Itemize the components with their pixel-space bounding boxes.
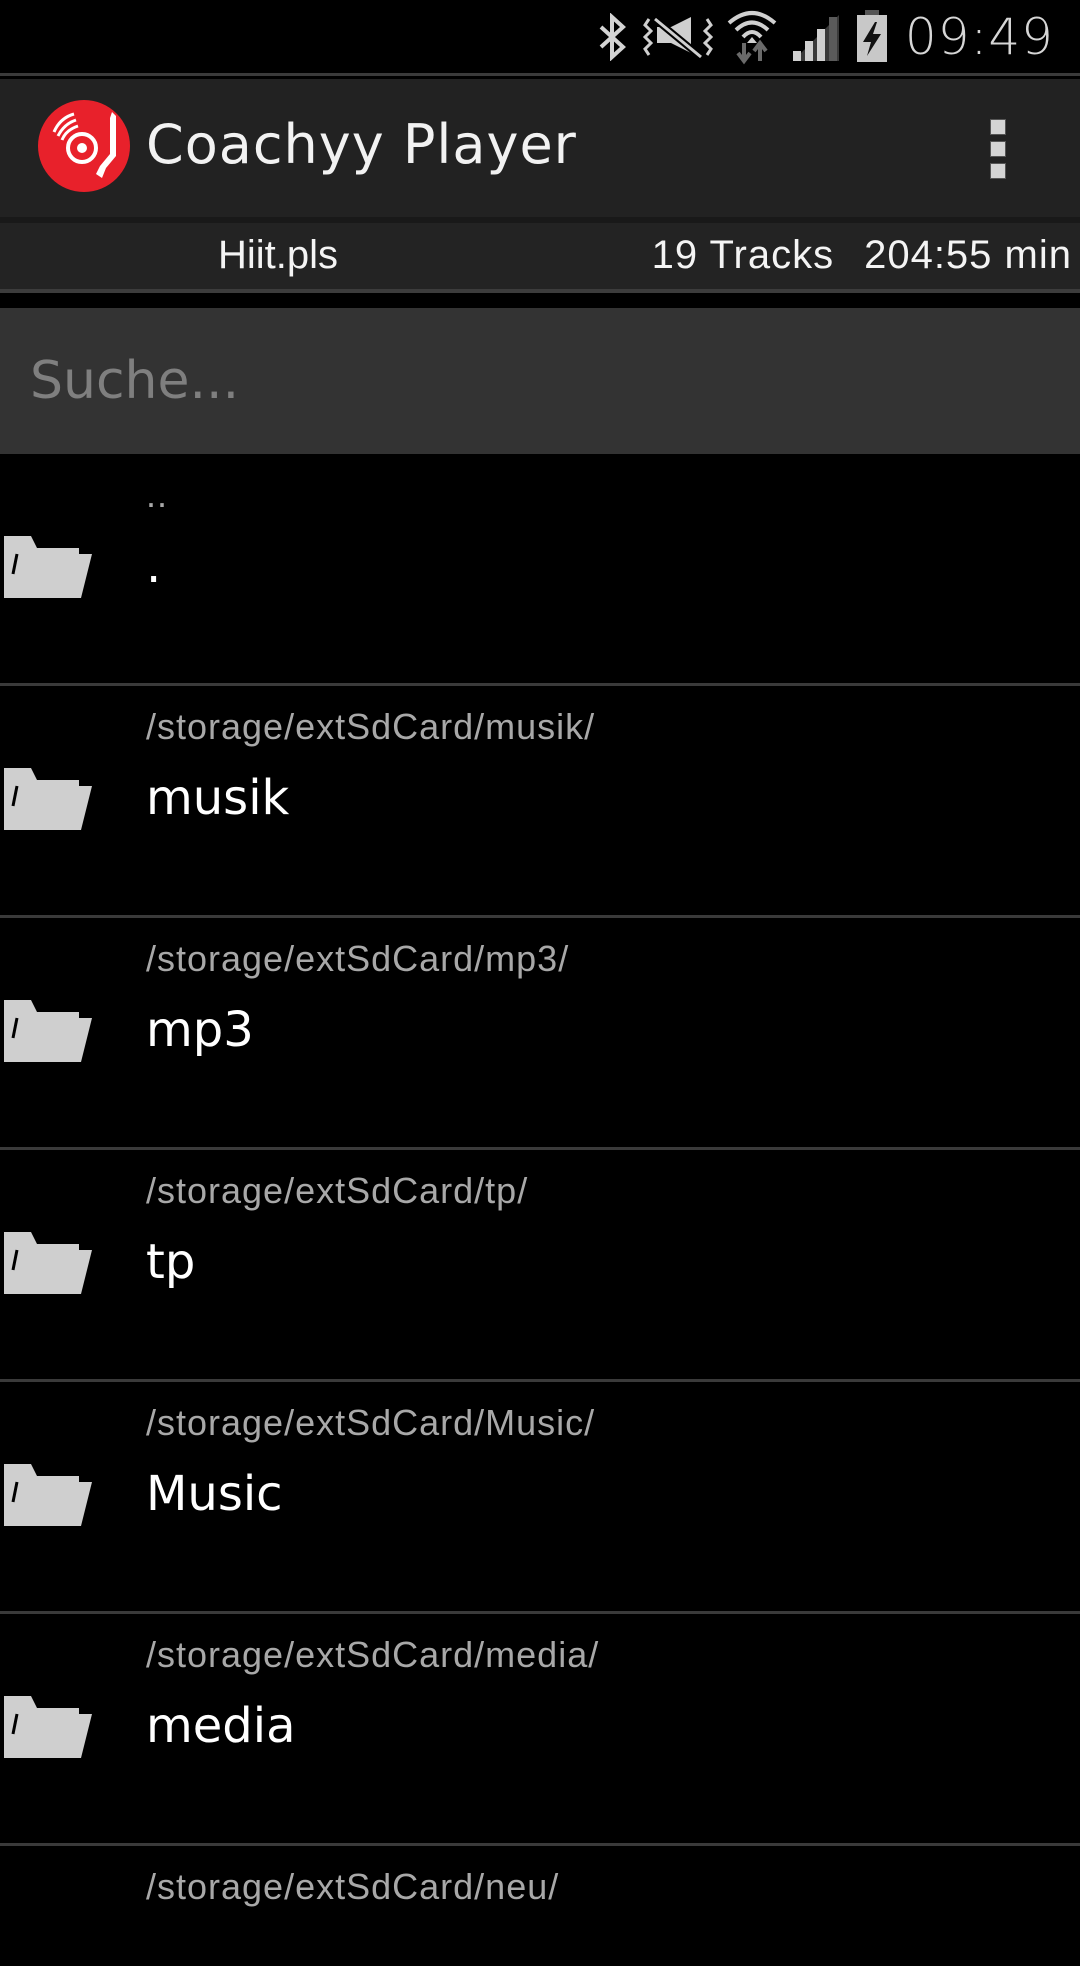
- folder-path: /storage/extSdCard/tp/: [146, 1170, 529, 1211]
- vibrate-mute-icon: [642, 13, 713, 61]
- folder-name: Music: [146, 1466, 283, 1522]
- folder-path: /storage/extSdCard/Music/: [146, 1402, 596, 1443]
- playlist-duration: 204:55 min: [864, 233, 1072, 277]
- app-logo-icon[interactable]: [36, 98, 132, 194]
- folder-icon: [4, 1696, 92, 1758]
- bluetooth-icon: [595, 12, 629, 61]
- folder-path: ..: [146, 474, 169, 515]
- action-bar: Coachyy Player: [0, 79, 1080, 217]
- list-item[interactable]: /storage/extSdCard/Music/ Music: [0, 1382, 1080, 1614]
- folder-path: /storage/extSdCard/media/: [146, 1634, 600, 1675]
- list-item[interactable]: /storage/extSdCard/musik/ musik: [0, 686, 1080, 918]
- playlist-info-bar[interactable]: Hiit.pls 19 Tracks 204:55 min: [0, 217, 1080, 293]
- folder-name: musik: [146, 770, 290, 826]
- playlist-stats: 19 Tracks 204:55 min: [652, 233, 1072, 278]
- folder-path: /storage/extSdCard/neu/: [146, 1866, 560, 1907]
- folder-path: /storage/extSdCard/mp3/: [146, 938, 570, 979]
- battery-charging-icon: [855, 9, 889, 64]
- folder-list: .. . /storage/extSdCard/musik/ musik /st…: [0, 454, 1080, 1966]
- folder-icon: [4, 768, 92, 830]
- more-vert-icon: [990, 119, 1006, 135]
- status-bar: 09:49: [0, 0, 1080, 76]
- wifi-data-icon: [727, 9, 777, 65]
- list-item[interactable]: /storage/extSdCard/mp3/ mp3: [0, 918, 1080, 1150]
- track-count: 19 Tracks: [651, 233, 835, 277]
- more-vert-icon-dot: [990, 163, 1006, 179]
- folder-icon: [4, 536, 92, 598]
- app-title: Coachyy Player: [146, 113, 577, 176]
- more-vert-icon-dot: [990, 141, 1006, 157]
- playlist-name[interactable]: Hiit.pls: [218, 233, 338, 278]
- signal-icon: [791, 11, 841, 63]
- list-item[interactable]: /storage/extSdCard/neu/: [0, 1846, 1080, 1966]
- list-item[interactable]: /storage/extSdCard/media/ media: [0, 1614, 1080, 1846]
- list-item[interactable]: /storage/extSdCard/tp/ tp: [0, 1150, 1080, 1382]
- folder-icon: [4, 1232, 92, 1294]
- folder-icon: [4, 1464, 92, 1526]
- folder-name: media: [146, 1698, 296, 1754]
- status-time: 09:49: [904, 7, 1054, 66]
- folder-name: tp: [146, 1234, 196, 1290]
- folder-icon: [4, 1000, 92, 1062]
- folder-name: mp3: [146, 1002, 254, 1058]
- search-input[interactable]: [0, 308, 1080, 454]
- folder-name: .: [146, 538, 162, 594]
- list-item-parent-dir[interactable]: .. .: [0, 454, 1080, 686]
- overflow-menu-button[interactable]: [972, 101, 1024, 197]
- folder-path: /storage/extSdCard/musik/: [146, 706, 596, 747]
